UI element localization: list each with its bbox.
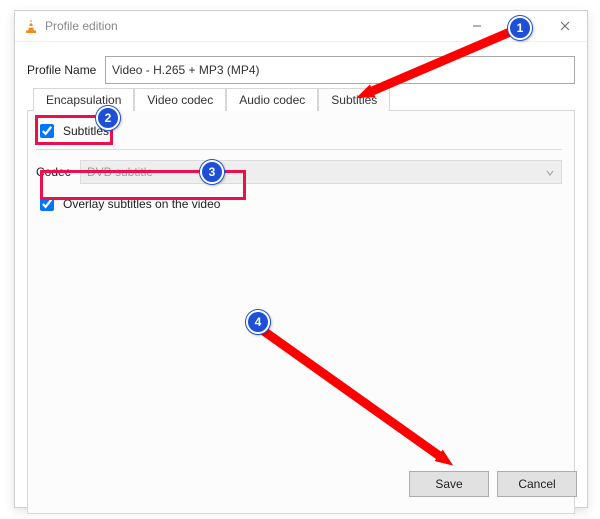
minimize-button[interactable] (455, 11, 499, 41)
tab-panel: Subtitles Codec DVB subtitle (27, 110, 575, 514)
annotation-badge-2: 2 (96, 106, 120, 130)
codec-label: Codec (36, 165, 80, 179)
button-label: Cancel (518, 477, 555, 491)
tab-subtitles[interactable]: Subtitles (318, 88, 390, 111)
annotation-badge-1: 1 (508, 16, 532, 40)
codec-select[interactable]: DVB subtitle (80, 160, 562, 184)
profile-edition-window: Profile edition Profile Name Encapsulati… (14, 10, 588, 508)
save-button[interactable]: Save (409, 471, 489, 497)
tab-label: Encapsulation (46, 93, 121, 107)
chevron-down-icon (545, 167, 555, 181)
tab-bar: Encapsulation Video codec Audio codec Su… (33, 88, 390, 111)
window-title: Profile edition (45, 19, 118, 33)
cancel-button[interactable]: Cancel (497, 471, 577, 497)
codec-select-value: DVB subtitle (87, 165, 153, 179)
title-bar: Profile edition (15, 11, 587, 42)
profile-name-label: Profile Name (27, 63, 105, 77)
tab-label: Subtitles (331, 93, 377, 107)
overlay-checkbox[interactable]: Overlay subtitles on the video (36, 194, 220, 214)
vlc-cone-icon (23, 18, 39, 34)
profile-name-input[interactable] (105, 56, 575, 84)
tab-label: Video codec (147, 93, 213, 107)
overlay-checkbox-label: Overlay subtitles on the video (63, 197, 220, 211)
close-button[interactable] (543, 11, 587, 41)
tab-video-codec[interactable]: Video codec (134, 88, 226, 111)
subtitles-checkbox-input[interactable] (40, 124, 54, 138)
overlay-checkbox-input[interactable] (40, 197, 54, 211)
tab-encapsulation[interactable]: Encapsulation (33, 88, 134, 111)
tab-label: Audio codec (239, 93, 305, 107)
annotation-badge-4: 4 (246, 310, 270, 334)
annotation-badge-3: 3 (200, 160, 224, 184)
button-label: Save (435, 477, 462, 491)
tab-audio-codec[interactable]: Audio codec (226, 88, 318, 111)
separator (36, 149, 562, 150)
